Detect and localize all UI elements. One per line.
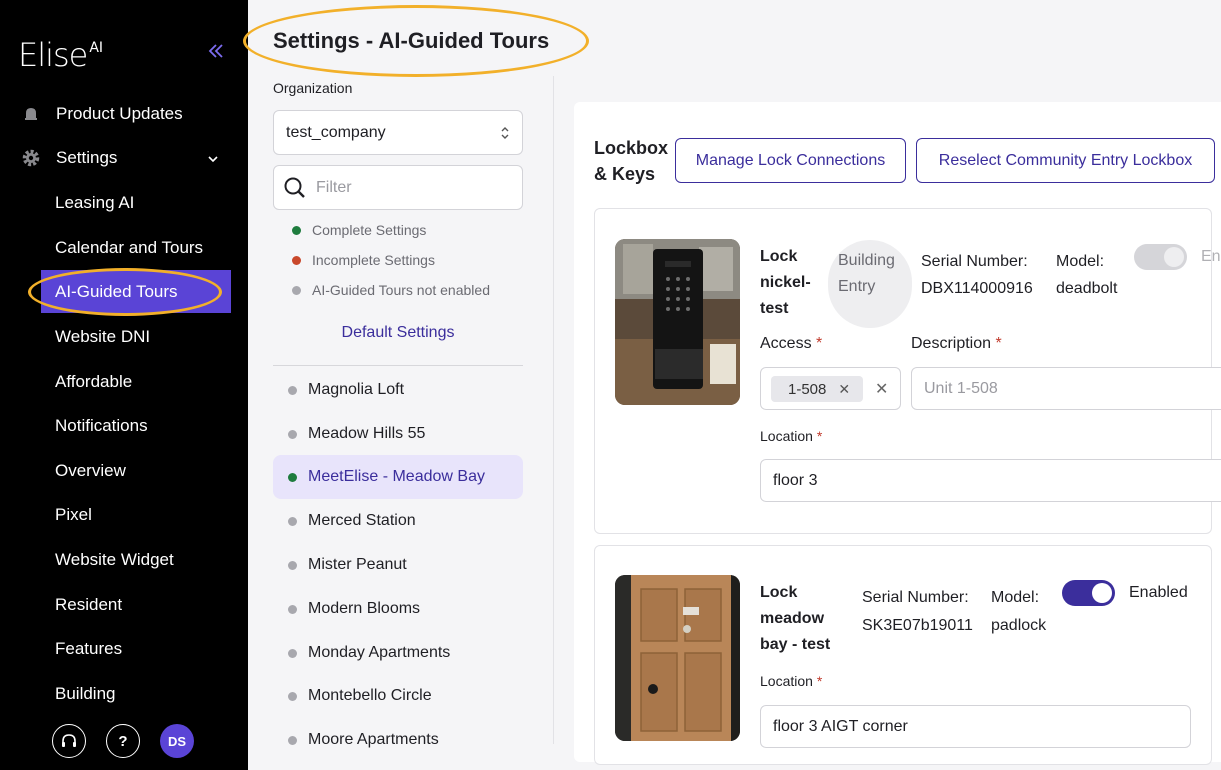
lock-photo [615,575,740,741]
sidebar-item-resident[interactable]: Resident [55,595,122,615]
status-dot [288,385,297,395]
status-dot-incomplete [292,255,301,265]
description-input[interactable] [911,367,1221,410]
manage-lock-connections-button[interactable]: Manage Lock Connections [675,138,906,183]
legend-incomplete: Incomplete Settings [292,252,435,268]
lockbox-section-title: Lockbox & Keys [594,138,669,184]
lock-photo [615,239,740,405]
serial-number: Serial Number: DBX114000916 [921,253,1033,297]
collapse-sidebar-icon[interactable] [205,42,227,64]
access-label: Access * [760,335,823,352]
help-button[interactable]: ? [106,724,140,758]
status-dot [288,735,297,745]
status-dot [288,560,297,570]
enabled-toggle[interactable] [1134,244,1187,270]
sidebar-item-notifications[interactable]: Notifications [55,416,148,436]
sidebar-item-label: Settings [56,148,118,167]
serial-number: Serial Number: SK3E07b19011 [862,589,973,634]
sidebar-item-product-updates[interactable]: Product Updates [20,103,183,125]
gear-icon [20,147,42,169]
filter-input[interactable] [316,178,506,197]
legend-complete: Complete Settings [292,222,426,238]
clear-icon[interactable]: ✕ [875,379,888,399]
sidebar-footer: ? DS [52,724,194,758]
status-dot-complete [292,225,301,235]
sidebar-item-features[interactable]: Features [55,639,122,659]
divider [273,365,523,366]
sidebar-item-pixel[interactable]: Pixel [55,505,92,525]
sidebar-item-settings[interactable]: Settings [20,147,117,169]
organization-selected-value: test_company [286,123,386,141]
property-item-monday-apartments[interactable]: Monday Apartments [273,631,523,675]
model: Model: deadbolt [1056,253,1118,297]
location-label: Location * [760,673,823,689]
access-chip: 1-508 ✕ [771,376,863,402]
headset-support-icon[interactable] [52,724,86,758]
bell-icon [20,103,42,125]
highlight-ring [243,5,589,77]
enabled-label: En [1201,248,1221,265]
organization-select[interactable]: test_company [273,110,523,155]
remove-chip-icon[interactable]: ✕ [838,381,850,398]
status-dot-not-enabled [292,285,301,295]
elise-ai-logo[interactable]: Elise AI [18,36,103,74]
sidebar-item-label: Product Updates [56,104,183,123]
column-divider [553,76,554,744]
status-dot [288,472,297,482]
property-item-magnolia-loft[interactable]: Magnolia Loft [273,368,523,412]
reselect-community-entry-lockbox-button[interactable]: Reselect Community Entry Lockbox [916,138,1215,183]
search-icon [284,177,305,198]
sidebar: Elise AI Product Updates Settings Leasing… [0,0,248,770]
enabled-label: Enabled [1129,584,1188,601]
chevron-down-icon[interactable] [206,152,220,166]
location-label: Location * [760,428,823,444]
property-item-merced-station[interactable]: Merced Station [273,499,523,543]
status-dot [288,429,297,439]
building-entry-badge: Building Entry [838,252,895,295]
sidebar-item-website-widget[interactable]: Website Widget [55,550,174,570]
default-settings-link[interactable]: Default Settings [273,324,523,342]
status-dot [288,648,297,658]
legend-not-enabled: AI-Guided Tours not enabled [292,282,490,298]
sidebar-item-website-dni[interactable]: Website DNI [55,327,150,347]
property-item-meadow-hills-55[interactable]: Meadow Hills 55 [273,412,523,456]
description-label: Description * [911,335,1002,352]
status-dot [288,604,297,614]
property-item-mister-peanut[interactable]: Mister Peanut [273,543,523,587]
sidebar-item-leasing-ai[interactable]: Leasing AI [55,193,134,213]
location-input[interactable] [760,705,1191,748]
location-input[interactable] [760,459,1221,502]
enabled-toggle[interactable] [1062,580,1115,606]
sidebar-item-overview[interactable]: Overview [55,461,126,481]
sidebar-item-ai-guided-tours[interactable]: AI-Guided Tours [55,282,178,302]
sidebar-item-affordable[interactable]: Affordable [55,372,132,392]
organization-label: Organization [273,80,353,96]
sidebar-item-calendar-and-tours[interactable]: Calendar and Tours [55,238,203,258]
property-item-modern-blooms[interactable]: Modern Blooms [273,587,523,631]
lock-name: Lock nickel- test [760,248,811,317]
lock-name: Lock meadow bay - test [760,584,831,653]
sidebar-item-building[interactable]: Building [55,684,116,704]
filter-field[interactable] [273,165,523,210]
model: Model: padlock [991,589,1047,634]
property-item-moore-apartments[interactable]: Moore Apartments [273,718,523,762]
avatar[interactable]: DS [160,724,194,758]
property-item-montebello-circle[interactable]: Montebello Circle [273,674,523,718]
status-dot [288,691,297,701]
access-multiselect[interactable]: 1-508 ✕ ✕ [760,367,901,410]
status-dot [288,516,297,526]
select-arrows-icon [500,125,510,141]
property-item-meetelise-meadow-bay[interactable]: MeetElise - Meadow Bay [273,455,523,499]
